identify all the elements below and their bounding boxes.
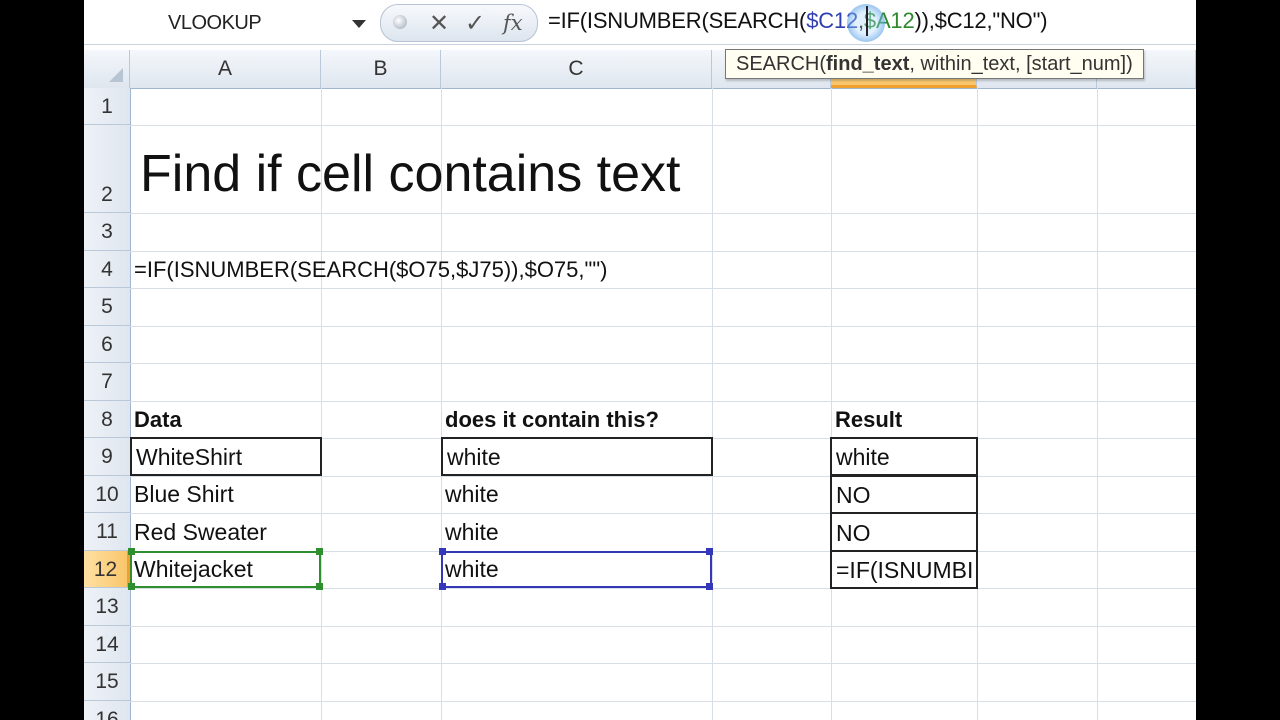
row-header[interactable]: 13 bbox=[84, 588, 130, 626]
cell-a9[interactable]: WhiteShirt bbox=[130, 437, 322, 476]
cell-c11[interactable]: white bbox=[441, 513, 713, 551]
cell-e12-editing[interactable]: =IF(ISNUMBI bbox=[830, 550, 978, 589]
tooltip-fn: SEARCH( bbox=[736, 53, 827, 75]
insert-function-icon[interactable]: fx bbox=[503, 11, 523, 35]
formula-input[interactable]: =IF(ISNUMBER(SEARCH($C12,$A12)),$C12,"NO… bbox=[548, 8, 1048, 34]
cell-grid[interactable]: Find if cell contains text =IF(ISNUMBER(… bbox=[128, 88, 1196, 720]
row-header[interactable]: 14 bbox=[84, 626, 130, 663]
formula-part: =IF(ISNUMBER(SEARCH( bbox=[548, 8, 807, 33]
row-header[interactable]: 15 bbox=[84, 663, 130, 701]
row-header[interactable]: 9 bbox=[84, 438, 130, 476]
ref-highlight-c12 bbox=[441, 551, 712, 588]
row-header[interactable]: 7 bbox=[84, 363, 130, 401]
row-header[interactable]: 10 bbox=[84, 476, 130, 513]
resize-handle[interactable] bbox=[706, 583, 713, 590]
cell-e11[interactable]: NO bbox=[830, 512, 978, 552]
name-box[interactable]: VLOOKUP bbox=[84, 4, 374, 40]
resize-handle[interactable] bbox=[316, 583, 323, 590]
cell-e8-header[interactable]: Result bbox=[831, 401, 902, 438]
formula-part: )),$C12,"NO") bbox=[914, 8, 1048, 33]
cell-a2-title[interactable]: Find if cell contains text bbox=[130, 138, 680, 210]
row-header[interactable]: 8 bbox=[84, 401, 130, 438]
row-header[interactable]: 12 bbox=[84, 551, 130, 588]
cell-e9[interactable]: white bbox=[830, 437, 978, 476]
row-header[interactable]: 5 bbox=[84, 288, 130, 326]
tooltip-arg-bold[interactable]: find_text bbox=[826, 53, 909, 75]
row-header[interactable]: 2 bbox=[84, 125, 130, 213]
resize-handle[interactable] bbox=[128, 583, 135, 590]
text-cursor-icon bbox=[866, 6, 868, 36]
column-header-c[interactable]: C bbox=[441, 50, 712, 88]
resize-handle-icon[interactable] bbox=[393, 15, 407, 29]
row-header[interactable]: 4 bbox=[84, 251, 130, 288]
cell-c8-header[interactable]: does it contain this? bbox=[441, 401, 659, 438]
row-header[interactable]: 16 bbox=[84, 701, 130, 720]
row-headers: 1 2 3 4 5 6 7 8 9 10 11 12 13 14 15 16 bbox=[84, 88, 131, 720]
ref-highlight-a12 bbox=[130, 551, 321, 588]
formula-bar: VLOOKUP ✕ ✓ fx =IF(ISNUMBER(SEARCH($C12,… bbox=[84, 0, 1196, 45]
resize-handle[interactable] bbox=[439, 548, 446, 555]
cell-c9[interactable]: white bbox=[441, 437, 713, 476]
row-header[interactable]: 6 bbox=[84, 326, 130, 363]
name-box-value: VLOOKUP bbox=[168, 12, 262, 34]
resize-handle[interactable] bbox=[706, 548, 713, 555]
chevron-down-icon[interactable] bbox=[352, 20, 366, 28]
cell-a8-header[interactable]: Data bbox=[130, 401, 182, 438]
resize-handle[interactable] bbox=[316, 548, 323, 555]
cell-a10[interactable]: Blue Shirt bbox=[130, 476, 322, 513]
column-header-a[interactable]: A bbox=[130, 50, 321, 88]
tooltip-rest[interactable]: , within_text, [start_num]) bbox=[909, 53, 1132, 75]
cell-e10[interactable]: NO bbox=[830, 475, 978, 514]
column-header-b[interactable]: B bbox=[321, 50, 441, 88]
cell-a4-formula-note[interactable]: =IF(ISNUMBER(SEARCH($O75,$J75)),$O75,"") bbox=[130, 251, 607, 288]
enter-icon[interactable]: ✓ bbox=[465, 9, 485, 38]
resize-handle[interactable] bbox=[128, 548, 135, 555]
select-all-button[interactable] bbox=[84, 50, 130, 88]
cell-c10[interactable]: white bbox=[441, 476, 713, 513]
row-header[interactable]: 3 bbox=[84, 213, 130, 251]
formula-buttons: ✕ ✓ fx bbox=[380, 4, 538, 42]
cell-a11[interactable]: Red Sweater bbox=[130, 513, 322, 551]
excel-window: VLOOKUP ✕ ✓ fx =IF(ISNUMBER(SEARCH($C12,… bbox=[84, 0, 1196, 720]
cancel-icon[interactable]: ✕ bbox=[429, 9, 449, 38]
function-tooltip[interactable]: SEARCH(find_text, within_text, [start_nu… bbox=[725, 49, 1144, 79]
resize-handle[interactable] bbox=[439, 583, 446, 590]
row-header[interactable]: 1 bbox=[84, 88, 130, 125]
row-header[interactable]: 11 bbox=[84, 513, 130, 551]
